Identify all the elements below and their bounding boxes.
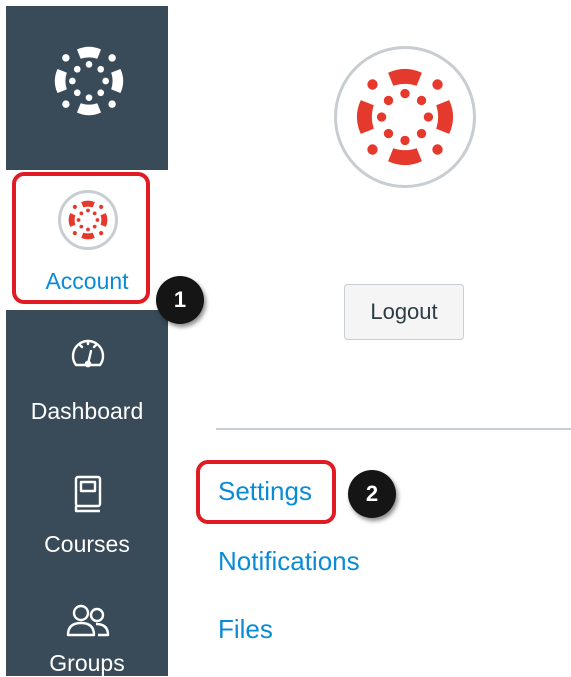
callout-highlight-account bbox=[12, 172, 150, 304]
nav-item-dashboard[interactable]: Dashboard bbox=[6, 310, 168, 438]
profile-avatar[interactable] bbox=[334, 46, 476, 188]
dashboard-icon bbox=[71, 339, 105, 368]
canvas-logo-link[interactable] bbox=[6, 6, 168, 170]
tray-divider bbox=[216, 428, 571, 430]
nav-items: Dashboard Courses Groups bbox=[6, 310, 168, 676]
files-link[interactable]: Files bbox=[218, 614, 273, 645]
nav-item-dashboard-label: Dashboard bbox=[30, 398, 144, 424]
callout-badge-1: 1 bbox=[156, 276, 204, 324]
callout-badge-2: 2 bbox=[348, 470, 396, 518]
global-navigation: Account Dashboard Courses Groups bbox=[0, 0, 168, 676]
canvas-logo-icon bbox=[54, 46, 124, 116]
nav-item-courses[interactable]: Courses bbox=[6, 438, 168, 566]
notifications-link[interactable]: Notifications bbox=[218, 546, 360, 577]
callout-highlight-settings bbox=[196, 460, 336, 524]
nav-item-groups[interactable]: Groups bbox=[6, 566, 168, 676]
courses-icon bbox=[74, 475, 102, 513]
groups-icon bbox=[66, 604, 110, 637]
logout-button[interactable]: Logout bbox=[344, 284, 464, 340]
nav-item-courses-label: Courses bbox=[44, 531, 130, 557]
canvas-logo-icon bbox=[356, 68, 454, 166]
nav-item-groups-label: Groups bbox=[49, 650, 125, 676]
